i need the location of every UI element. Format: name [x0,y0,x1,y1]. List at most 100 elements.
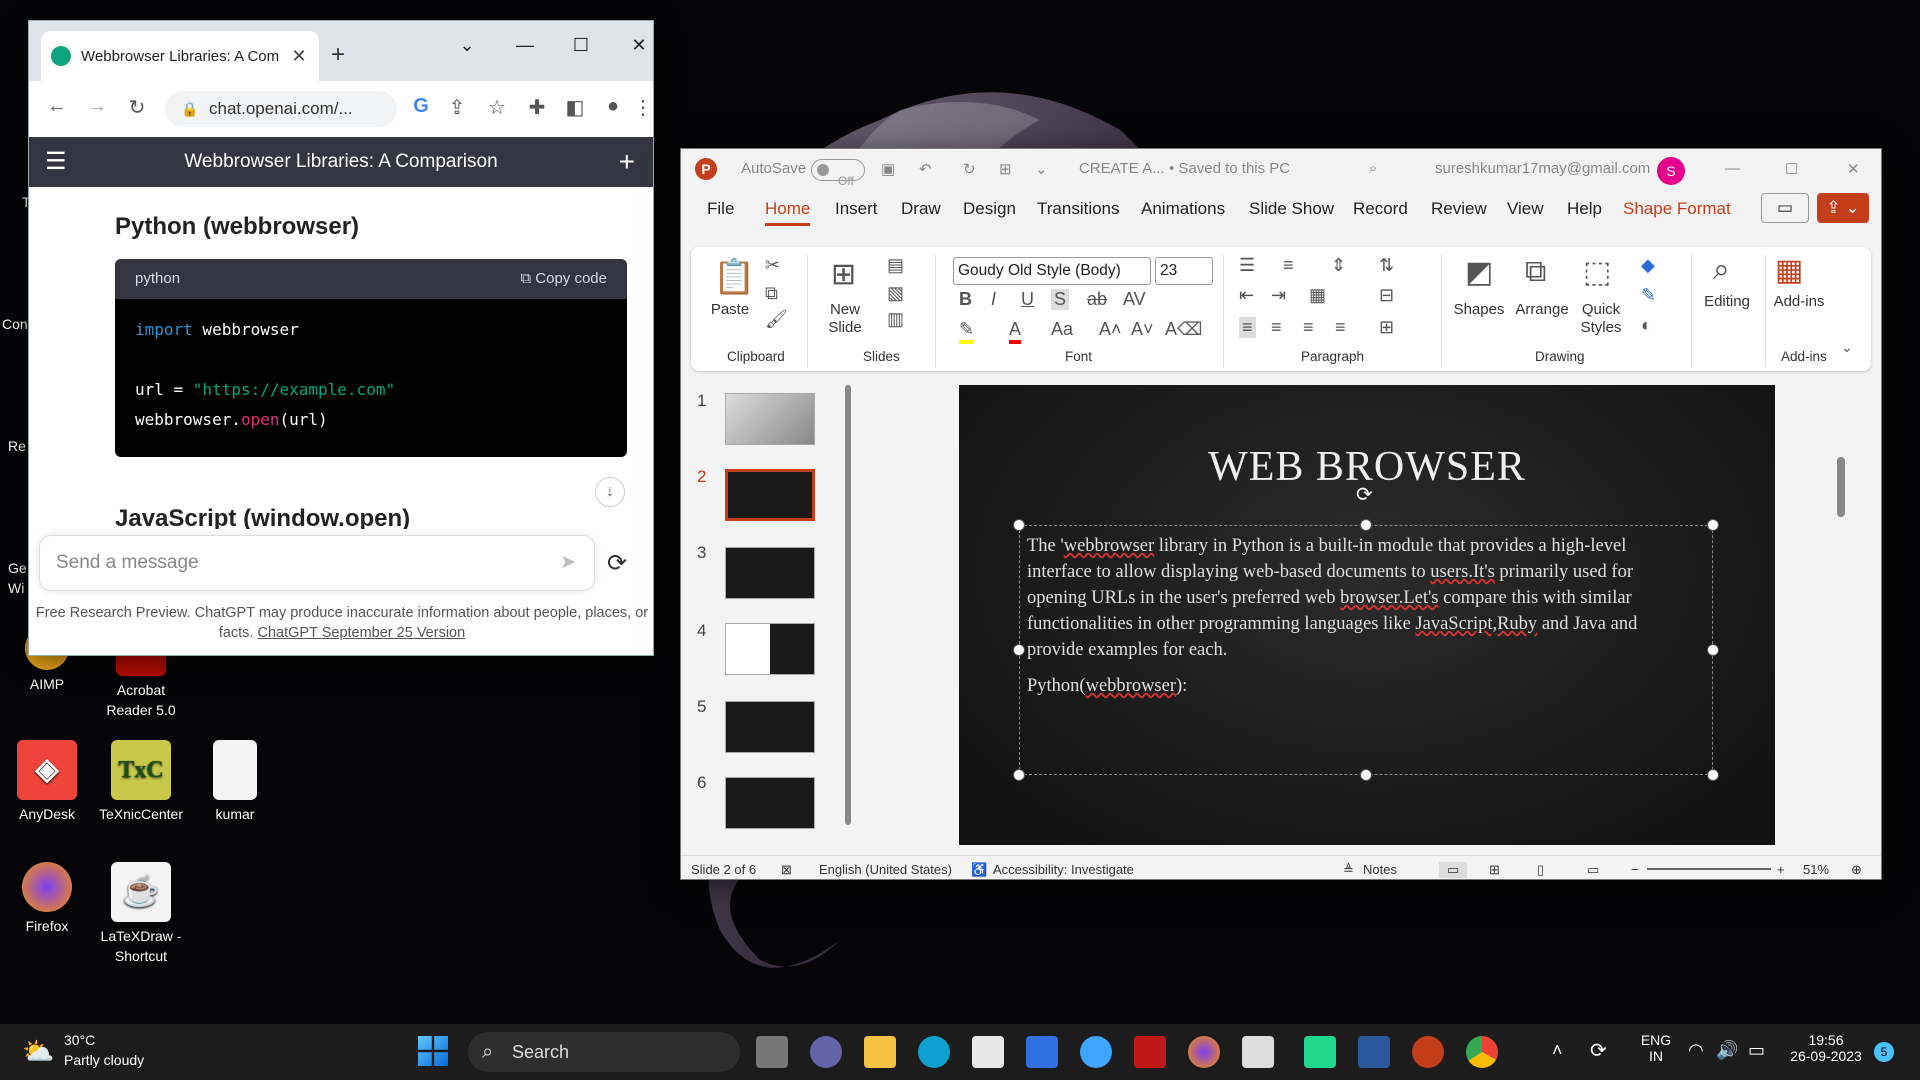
forward-icon[interactable]: → [83,95,111,118]
decrease-indent-icon[interactable]: ⇤ [1239,285,1254,306]
desktop-icon-kumar[interactable]: kumar [188,740,282,824]
slide-info[interactable]: Slide 2 of 6 [691,862,756,877]
back-icon[interactable]: ← [43,95,71,118]
addins-label[interactable]: Add-ins [1771,293,1827,311]
editing-label[interactable]: Editing [1697,293,1757,311]
justify-icon[interactable]: ≡ [1335,317,1346,338]
format-painter-icon[interactable]: 🖌 [765,309,788,330]
shape-effects-icon[interactable]: ◐ [1641,315,1652,336]
present-icon[interactable]: ⊞ [999,160,1012,178]
notepad-icon[interactable] [1242,1036,1274,1068]
side-panel-icon[interactable]: ◧ [561,95,589,120]
notes-icon[interactable]: ≜ [1343,862,1354,878]
collapse-ribbon-icon[interactable]: ⌄ [1841,339,1853,356]
clear-formatting-icon[interactable]: A⌫ [1165,319,1202,340]
shapes-icon[interactable]: ◩ [1465,255,1493,290]
desktop-icon-latexdraw[interactable]: ☕ LaTeXDraw - Shortcut [94,862,188,966]
font-name-dropdown[interactable]: Goudy Old Style (Body) [953,257,1151,285]
start-icon[interactable] [418,1036,448,1066]
undo-icon[interactable]: ↶ [919,160,932,178]
thumbnail-scrollbar[interactable] [845,385,851,825]
mylip-icon[interactable] [1026,1036,1058,1068]
desktop-icon-firefox[interactable]: Firefox [0,862,94,936]
smartart-icon[interactable]: ⊞ [1379,317,1394,338]
weather-icon[interactable]: ⛅ [22,1036,54,1067]
saved-status[interactable]: • Saved to this PC [1169,160,1290,177]
zoom-out-icon[interactable]: − [1631,862,1639,877]
minimize-icon[interactable]: — [505,35,545,56]
account-avatar[interactable]: S [1657,157,1685,185]
reading-view-icon[interactable]: ▯ [1537,862,1544,878]
tab-slide-show[interactable]: Slide Show [1249,199,1334,219]
accessibility-status[interactable]: Accessibility: Investigate [993,862,1134,877]
reload-icon[interactable]: ↻ [123,95,151,120]
bullets-icon[interactable]: ☰ [1239,255,1255,276]
highlight-icon[interactable]: ✎ [959,319,975,344]
center-icon[interactable]: ≡ [1271,317,1282,338]
reset-icon[interactable]: ▧ [887,283,904,304]
powerpoint-taskbar-icon[interactable] [1412,1036,1444,1068]
cut-icon[interactable]: ✂ [765,255,780,276]
mcafee-icon[interactable] [1134,1036,1166,1068]
vertical-scrollbar[interactable] [1837,457,1845,517]
resize-handle[interactable] [1013,519,1025,531]
shapes-label[interactable]: Shapes [1449,301,1509,319]
tab-help[interactable]: Help [1567,199,1602,219]
regenerate-icon[interactable]: ⟳ [607,549,627,578]
resize-handle[interactable] [1360,519,1372,531]
zoom-in-icon[interactable]: + [1777,862,1785,877]
bookmark-star-icon[interactable]: ☆ [483,95,511,120]
share-button[interactable]: ⇪ ⌄ [1817,193,1869,223]
customize-qat-icon[interactable]: ⌄ [1035,160,1048,178]
autosave-toggle[interactable]: Off [811,159,865,188]
italic-icon[interactable]: I [991,289,996,310]
taskbar-search[interactable]: ⌕ Search [468,1032,740,1072]
feedback-icon[interactable] [1080,1036,1112,1068]
teams-icon[interactable] [810,1036,842,1068]
close-window-icon[interactable]: ✕ [619,35,653,56]
desktop-icon-anydesk[interactable]: ◈ AnyDesk [0,740,94,824]
maximize-icon[interactable]: ☐ [561,35,601,56]
chrome-taskbar-icon[interactable] [1466,1036,1498,1068]
align-left-icon[interactable]: ≡ [1239,317,1256,338]
shadow-icon[interactable]: S [1051,289,1070,310]
tab-home[interactable]: Home [765,199,811,226]
message-input[interactable]: Send a message ➤ [39,535,595,591]
store-icon[interactable] [972,1036,1004,1068]
shape-outline-icon[interactable]: ✎ [1641,285,1656,306]
wifi-icon[interactable]: ◠ [1688,1040,1704,1061]
character-spacing-icon[interactable]: AV [1123,289,1146,310]
tab-draw[interactable]: Draw [901,199,941,219]
arrange-icon[interactable]: ⧉ [1525,255,1546,289]
font-color-icon[interactable]: A [1009,319,1022,344]
battery-icon[interactable]: ▭ [1748,1040,1765,1061]
new-slide-icon[interactable]: ⊞ [831,257,856,292]
increase-indent-icon[interactable]: ⇥ [1271,285,1286,306]
quick-styles-icon[interactable]: ⬚ [1583,255,1611,290]
document-name[interactable]: CREATE A... [1079,160,1165,177]
zoom-level[interactable]: 51% [1803,862,1829,877]
text-direction-icon[interactable]: ⇅ [1379,255,1394,276]
slide-thumbnail[interactable] [725,777,815,829]
new-slide-label[interactable]: New Slide [815,301,875,337]
bold-icon[interactable]: B [959,289,972,310]
slide[interactable]: WEB BROWSER ⟳ The 'webbrowser library in… [959,385,1775,845]
decrease-font-icon[interactable]: A˅ [1131,319,1154,340]
slide-thumbnail[interactable] [725,393,815,445]
align-right-icon[interactable]: ≡ [1303,317,1314,338]
volume-icon[interactable]: 🔊 [1716,1040,1738,1061]
addins-icon[interactable]: ▦ [1775,253,1803,288]
task-view-icon[interactable] [756,1036,788,1068]
save-icon[interactable]: ▣ [881,160,895,178]
edge-icon[interactable] [918,1036,950,1068]
resize-handle[interactable] [1707,769,1719,781]
arrange-label[interactable]: Arrange [1509,301,1575,319]
tab-animations[interactable]: Animations [1141,199,1225,219]
language-status[interactable]: English (United States) [819,862,952,877]
tab-design[interactable]: Design [963,199,1016,219]
clock[interactable]: 19:56 26-09-2023 [1784,1032,1868,1064]
underline-icon[interactable]: U [1021,289,1034,310]
resize-handle[interactable] [1707,644,1719,656]
copy-code-button[interactable]: ⧉ Copy code [520,259,607,299]
tab-search-icon[interactable]: ⌄ [447,35,487,56]
